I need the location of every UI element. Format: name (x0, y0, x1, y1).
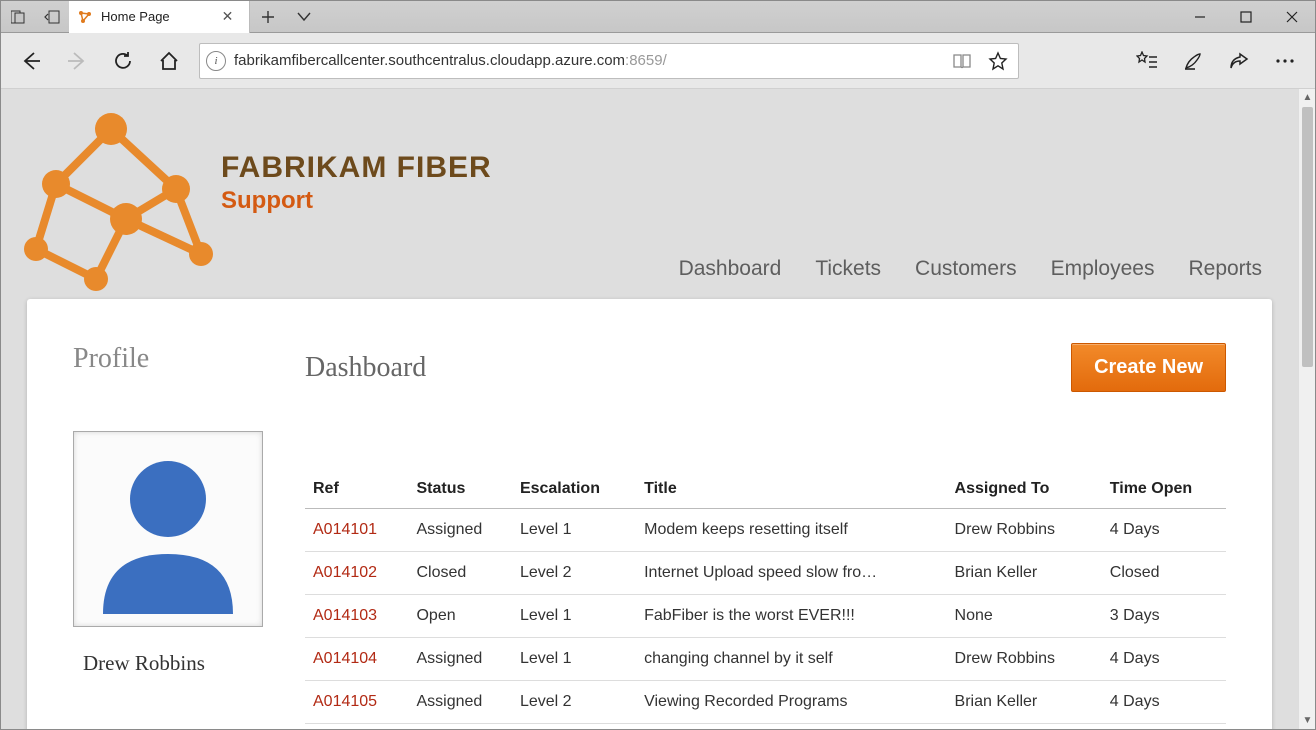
col-status: Status (408, 470, 511, 509)
content-area: FABRIKAM FIBER Support Dashboard Tickets… (1, 89, 1315, 729)
tab-close-icon[interactable]: ✕ (218, 8, 238, 25)
cell-ref[interactable]: A014104 (305, 638, 408, 681)
show-tabs-icon[interactable] (35, 1, 69, 33)
cell-assigned: Brian Keller (947, 552, 1102, 595)
cell-assigned: Drew Robbins (947, 638, 1102, 681)
page: FABRIKAM FIBER Support Dashboard Tickets… (1, 89, 1298, 729)
cell-time: Closed (1102, 552, 1226, 595)
table-row[interactable]: A014105 Assigned Level 2 Viewing Recorde… (305, 681, 1226, 724)
col-time: Time Open (1102, 470, 1226, 509)
tickets-table: Ref Status Escalation Title Assigned To … (305, 470, 1226, 724)
cell-status: Assigned (408, 509, 511, 552)
nav-reports[interactable]: Reports (1188, 257, 1262, 281)
avatar (73, 431, 263, 627)
dashboard-card: Profile Drew Robbins Dashboard Cre (27, 299, 1272, 729)
brand-logo (1, 89, 221, 299)
window-controls (1177, 1, 1315, 33)
cell-time: 3 Days (1102, 595, 1226, 638)
scroll-up-icon[interactable]: ▲ (1299, 89, 1315, 106)
site-info-icon[interactable]: i (206, 51, 226, 71)
cell-ref[interactable]: A014101 (305, 509, 408, 552)
favorites-list-icon[interactable] (1125, 39, 1169, 83)
address-bar[interactable]: i fabrikamfibercallcenter.southcentralus… (199, 43, 1019, 79)
col-ref: Ref (305, 470, 408, 509)
minimize-button[interactable] (1177, 1, 1223, 33)
col-title: Title (636, 470, 946, 509)
titlebar: Home Page ✕ (1, 1, 1315, 33)
scroll-thumb[interactable] (1302, 107, 1313, 367)
profile-column: Profile Drew Robbins (73, 343, 293, 724)
cell-ref[interactable]: A014103 (305, 595, 408, 638)
main-nav: Dashboard Tickets Customers Employees Re… (679, 257, 1262, 281)
cell-status: Closed (408, 552, 511, 595)
share-icon[interactable] (1217, 39, 1261, 83)
browser-window: Home Page ✕ i fabrikamfibercallcenter.so… (0, 0, 1316, 730)
browser-tab[interactable]: Home Page ✕ (69, 1, 250, 33)
back-button[interactable] (9, 39, 53, 83)
cell-status: Assigned (408, 681, 511, 724)
favicon-icon (77, 9, 93, 25)
scroll-down-icon[interactable]: ▼ (1299, 712, 1315, 729)
cell-escalation: Level 1 (512, 509, 636, 552)
tab-actions (250, 1, 322, 33)
nav-employees[interactable]: Employees (1051, 257, 1155, 281)
cell-title: changing channel by it self (636, 638, 946, 681)
table-row[interactable]: A014103 Open Level 1 FabFiber is the wor… (305, 595, 1226, 638)
tab-title: Home Page (101, 9, 210, 24)
profile-heading: Profile (73, 343, 293, 375)
vertical-scrollbar[interactable]: ▲ ▼ (1298, 89, 1315, 729)
col-escalation: Escalation (512, 470, 636, 509)
brand-title: FABRIKAM FIBER (221, 151, 492, 185)
nav-customers[interactable]: Customers (915, 257, 1017, 281)
cell-escalation: Level 1 (512, 638, 636, 681)
forward-button[interactable] (55, 39, 99, 83)
cell-ref[interactable]: A014105 (305, 681, 408, 724)
notes-pen-icon[interactable] (1171, 39, 1215, 83)
cell-time: 4 Days (1102, 509, 1226, 552)
cell-assigned: None (947, 595, 1102, 638)
cell-status: Open (408, 595, 511, 638)
cell-escalation: Level 2 (512, 552, 636, 595)
brand-header: FABRIKAM FIBER Support Dashboard Tickets… (1, 89, 1298, 299)
cell-assigned: Drew Robbins (947, 509, 1102, 552)
nav-tickets[interactable]: Tickets (815, 257, 881, 281)
cell-assigned: Brian Keller (947, 681, 1102, 724)
home-button[interactable] (147, 39, 191, 83)
cell-escalation: Level 2 (512, 681, 636, 724)
col-assigned: Assigned To (947, 470, 1102, 509)
nav-dashboard[interactable]: Dashboard (679, 257, 782, 281)
more-icon[interactable] (1263, 39, 1307, 83)
cell-escalation: Level 1 (512, 595, 636, 638)
new-tab-button[interactable] (250, 1, 286, 33)
reading-view-icon[interactable] (948, 47, 976, 75)
refresh-button[interactable] (101, 39, 145, 83)
cell-title: Modem keeps resetting itself (636, 509, 946, 552)
table-header-row: Ref Status Escalation Title Assigned To … (305, 470, 1226, 509)
table-row[interactable]: A014101 Assigned Level 1 Modem keeps res… (305, 509, 1226, 552)
url-text: fabrikamfibercallcenter.southcentralus.c… (234, 52, 940, 69)
dashboard-column: Dashboard Create New Ref Status Escalati… (305, 343, 1226, 724)
cell-time: 4 Days (1102, 638, 1226, 681)
cell-time: 4 Days (1102, 681, 1226, 724)
cell-title: Viewing Recorded Programs (636, 681, 946, 724)
table-row[interactable]: A014102 Closed Level 2 Internet Upload s… (305, 552, 1226, 595)
brand-text: FABRIKAM FIBER Support (221, 89, 492, 215)
table-row[interactable]: A014104 Assigned Level 1 changing channe… (305, 638, 1226, 681)
tabs-aside-icon[interactable] (1, 1, 35, 33)
cell-status: Assigned (408, 638, 511, 681)
tab-preview-icon[interactable] (286, 1, 322, 33)
cell-title: Internet Upload speed slow fro… (636, 552, 946, 595)
maximize-button[interactable] (1223, 1, 1269, 33)
dashboard-heading: Dashboard (305, 352, 426, 384)
favorite-star-icon[interactable] (984, 47, 1012, 75)
cell-ref[interactable]: A014102 (305, 552, 408, 595)
close-button[interactable] (1269, 1, 1315, 33)
create-new-button[interactable]: Create New (1071, 343, 1226, 392)
brand-subtitle: Support (221, 187, 492, 215)
profile-name: Drew Robbins (73, 651, 293, 676)
browser-toolbar: i fabrikamfibercallcenter.southcentralus… (1, 33, 1315, 89)
cell-title: FabFiber is the worst EVER!!! (636, 595, 946, 638)
